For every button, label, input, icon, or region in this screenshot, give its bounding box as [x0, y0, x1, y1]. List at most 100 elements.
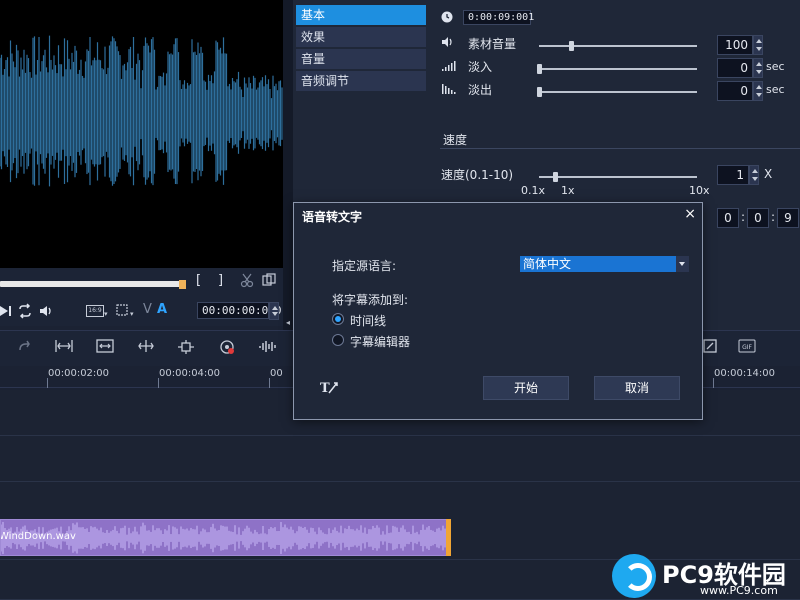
audio-wave-icon[interactable]: [258, 339, 276, 359]
audio-clip[interactable]: WindDown.wav: [0, 519, 450, 556]
tab-audio-adjust[interactable]: 音频调节: [296, 71, 426, 91]
app-window: { "preview": { "mark_in": "[", "mark_out…: [0, 0, 800, 600]
fade-out-value[interactable]: 0: [717, 81, 753, 101]
duration-seconds[interactable]: 9: [777, 208, 799, 228]
fade-in-thumb[interactable]: [537, 64, 542, 74]
clip-name: WindDown.wav: [0, 531, 76, 542]
audio-waveform-preview: [0, 35, 283, 187]
crop-icon[interactable]: [116, 304, 130, 321]
timecode-spinner[interactable]: [269, 302, 279, 320]
ruler-label: 00:00:02:00: [48, 368, 110, 379]
aspect-ratio-button[interactable]: 16:9: [86, 305, 104, 317]
watermark-logo: PC9软件园 www.PC9.com: [612, 552, 800, 600]
playhead-marker[interactable]: [179, 280, 186, 289]
ruler-tick: [269, 378, 270, 388]
copy-icon[interactable]: [262, 273, 276, 290]
fade-out-unit: sec: [766, 83, 785, 96]
fade-out-icon: [441, 83, 457, 97]
fade-in-value[interactable]: 0: [717, 58, 753, 78]
clip-volume-thumb[interactable]: [568, 41, 574, 51]
ruler-tick: [158, 378, 159, 388]
svg-text:GIF: GIF: [742, 344, 752, 351]
speed-tick-max: 10x: [689, 184, 710, 197]
clip-volume-value[interactable]: 100: [717, 35, 753, 55]
gif-icon[interactable]: GIF: [738, 339, 756, 359]
expand-icon[interactable]: [136, 339, 156, 359]
cancel-button[interactable]: 取消: [594, 376, 680, 400]
duration-minutes[interactable]: 0: [747, 208, 769, 228]
clip-trim-handle[interactable]: [446, 519, 451, 556]
tab-volume[interactable]: 音量: [296, 49, 426, 69]
close-icon[interactable]: ×: [684, 206, 696, 222]
clip-fit-icon[interactable]: [95, 339, 115, 359]
speed-label: 速度(0.1-10): [441, 168, 514, 182]
scrub-bar-area: [ ]: [0, 268, 283, 298]
fit-to-window-icon[interactable]: [54, 339, 74, 359]
fade-out-label: 淡出: [468, 83, 493, 97]
video-toggle[interactable]: V: [143, 302, 152, 317]
logo-icon: [612, 554, 656, 598]
mark-out-button[interactable]: ]: [218, 273, 223, 288]
volume-icon[interactable]: [38, 303, 54, 322]
subtitle-tool-icon[interactable]: [702, 339, 718, 359]
duration-field[interactable]: 0:00:09:001: [463, 10, 534, 25]
cut-icon[interactable]: [240, 272, 254, 291]
radio-subtitle-editor-label[interactable]: 字幕编辑器: [350, 333, 410, 350]
radio-timeline-label[interactable]: 时间线: [350, 312, 386, 329]
audio-toggle[interactable]: A: [157, 302, 167, 317]
speed-slider[interactable]: [539, 176, 697, 178]
speed-group-title: 速度: [443, 133, 468, 147]
mark-in-button[interactable]: [: [196, 273, 201, 288]
clip-volume-spinner[interactable]: [753, 35, 763, 55]
chevron-down-icon[interactable]: ▾: [130, 310, 134, 318]
clock-icon: [441, 11, 453, 26]
start-button[interactable]: 开始: [483, 376, 569, 400]
ripple-icon[interactable]: [176, 339, 196, 359]
add-subtitle-to-label: 将字幕添加到:: [332, 293, 409, 307]
speed-tick-min: 0.1x: [521, 184, 546, 197]
speed-group-line: [440, 148, 800, 149]
fade-in-slider[interactable]: [539, 68, 697, 70]
overlay-track[interactable]: [0, 436, 800, 482]
preview-window: [0, 0, 283, 268]
duration-hours[interactable]: 0: [717, 208, 739, 228]
ruler-label: 00:00:14:00: [714, 368, 776, 379]
dialog-title: 语音转文字: [302, 210, 363, 224]
play-icon[interactable]: [0, 304, 12, 321]
repeat-icon[interactable]: [17, 303, 33, 322]
speech-to-text-dialog: 语音转文字 × 指定源语言: 简体中文 将字幕添加到: 时间线 字幕编辑器 T …: [293, 202, 703, 420]
source-language-value: 简体中文: [523, 257, 572, 271]
redo-icon[interactable]: [16, 339, 32, 359]
fade-out-slider[interactable]: [539, 91, 697, 93]
fade-in-label: 淡入: [468, 60, 493, 74]
scrub-bar[interactable]: [0, 281, 183, 287]
tab-basic[interactable]: 基本: [296, 5, 426, 25]
speed-unit: X: [764, 167, 773, 181]
chevron-down-icon[interactable]: [676, 256, 689, 272]
svg-text:T: T: [320, 381, 330, 395]
speed-thumb[interactable]: [552, 172, 558, 182]
radio-subtitle-editor[interactable]: [332, 334, 344, 346]
ruler-label: 00:00:04:00: [159, 368, 221, 379]
collapse-arrow-icon[interactable]: ◂: [286, 318, 290, 327]
speed-tick-mid: 1x: [561, 184, 575, 197]
fade-in-spinner[interactable]: [753, 58, 763, 78]
tab-effects[interactable]: 效果: [296, 27, 426, 47]
panel-divider[interactable]: ◂: [283, 0, 293, 330]
radio-timeline[interactable]: [332, 313, 344, 325]
source-language-label: 指定源语言:: [332, 259, 397, 273]
ruler-tick: [713, 378, 714, 388]
text-tool-icon: T: [320, 379, 340, 398]
record-icon[interactable]: [218, 339, 236, 359]
source-language-select[interactable]: 简体中文: [520, 256, 689, 272]
clip-volume-label: 素材音量: [468, 37, 517, 51]
watermark-url: www.PC9.com: [700, 584, 778, 597]
chevron-down-icon[interactable]: ▾: [104, 310, 108, 318]
timecode-display[interactable]: 00:00:00:000: [197, 302, 281, 319]
fade-out-spinner[interactable]: [753, 81, 763, 101]
speed-spinner[interactable]: [749, 165, 759, 185]
clip-volume-slider[interactable]: [539, 45, 697, 47]
speed-value[interactable]: 1: [717, 165, 749, 185]
ruler-tick: [47, 378, 48, 388]
fade-out-thumb[interactable]: [537, 87, 542, 97]
